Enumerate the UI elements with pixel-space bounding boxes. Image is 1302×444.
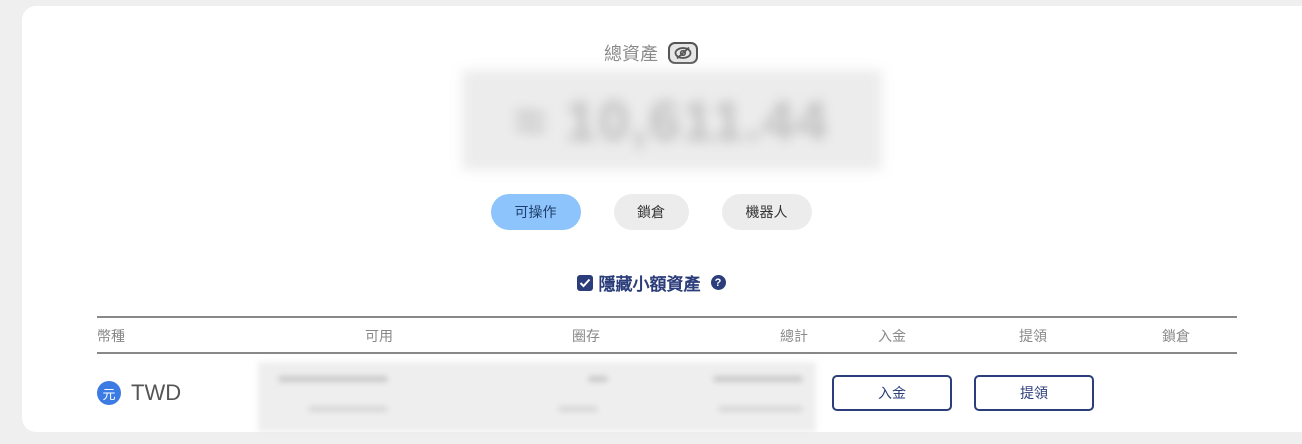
total-assets-label: 總資產 bbox=[604, 44, 658, 64]
table-row: 元 TWD bbox=[97, 380, 181, 406]
withdraw-button[interactable]: 提領 bbox=[974, 375, 1094, 411]
hide-small-checkbox[interactable] bbox=[576, 274, 593, 291]
asset-tabs: 可操作 鎖倉 機器人 bbox=[0, 194, 1302, 230]
twd-coin-icon: 元 bbox=[97, 381, 121, 405]
col-header-total: 總計 bbox=[780, 328, 808, 344]
col-header-withdraw: 提領 bbox=[1019, 328, 1047, 344]
table-top-divider bbox=[97, 316, 1237, 318]
col-header-deposit: 入金 bbox=[878, 328, 906, 344]
total-balance-masked: ≈ 10,611.44 bbox=[462, 70, 882, 170]
coin-name: TWD bbox=[131, 380, 182, 405]
total-assets-header: 總資產 bbox=[0, 40, 1302, 66]
col-header-reserved: 圈存 bbox=[572, 328, 600, 344]
tab-bot[interactable]: 機器人 bbox=[721, 194, 812, 230]
table-header-divider bbox=[97, 352, 1237, 354]
col-header-available: 可用 bbox=[365, 328, 393, 344]
hide-small-assets: 隱藏小額資產 ? bbox=[0, 270, 1302, 295]
deposit-button[interactable]: 入金 bbox=[832, 375, 952, 411]
hide-small-label[interactable]: 隱藏小額資產 bbox=[599, 270, 701, 295]
help-icon[interactable]: ? bbox=[710, 275, 726, 290]
tab-operable[interactable]: 可操作 bbox=[490, 194, 581, 230]
eye-off-icon[interactable] bbox=[668, 42, 698, 64]
masked-balances bbox=[258, 362, 816, 432]
col-header-lock: 鎖倉 bbox=[1162, 328, 1190, 344]
check-icon bbox=[579, 278, 590, 287]
col-header-currency: 幣種 bbox=[97, 328, 125, 344]
tab-locked[interactable]: 鎖倉 bbox=[613, 194, 689, 230]
